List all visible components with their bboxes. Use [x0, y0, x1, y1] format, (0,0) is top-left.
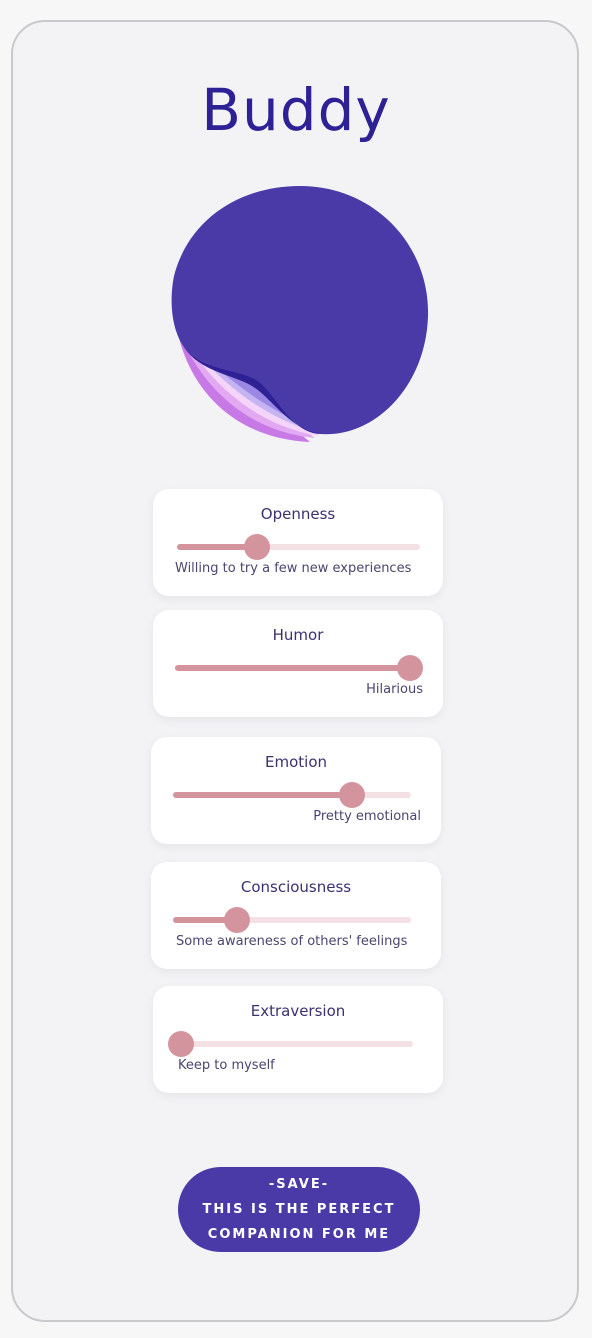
trait-label: Consciousness	[240, 878, 352, 896]
avatar	[171, 186, 429, 442]
slider-fill	[175, 665, 410, 671]
trait-card-emotion: Emotion Pretty emotional	[151, 737, 441, 844]
slider-thumb[interactable]	[338, 782, 365, 808]
trait-description: Willing to try a few new experiences	[175, 561, 412, 576]
trait-description: Keep to myself	[178, 1058, 275, 1073]
save-button-line2: THIS IS THE PERFECT	[202, 1202, 396, 1217]
openness-slider[interactable]	[177, 534, 420, 560]
page-title: Buddy	[201, 76, 391, 144]
extraversion-slider[interactable]	[168, 1031, 413, 1057]
trait-card-extraversion: Extraversion Keep to myself	[153, 986, 443, 1093]
save-button-line1: -SAVE-	[268, 1177, 330, 1192]
trait-card-consciousness: Consciousness Some awareness of others' …	[151, 862, 441, 969]
save-button-line3: COMPANION FOR ME	[207, 1227, 391, 1242]
trait-label: Openness	[260, 505, 336, 523]
save-button[interactable]: -SAVE- THIS IS THE PERFECT COMPANION FOR…	[178, 1167, 420, 1252]
slider-fill	[173, 792, 352, 798]
consciousness-slider[interactable]	[173, 907, 411, 933]
slider-thumb[interactable]	[244, 534, 271, 560]
trait-label: Extraversion	[250, 1002, 346, 1020]
emotion-slider[interactable]	[173, 782, 411, 808]
slider-thumb[interactable]	[224, 907, 251, 933]
humor-slider[interactable]	[175, 655, 423, 681]
trait-description: Pretty emotional	[313, 809, 421, 824]
trait-label: Emotion	[265, 753, 327, 771]
trait-description: Some awareness of others' feelings	[176, 934, 408, 949]
slider-thumb[interactable]	[168, 1031, 194, 1057]
trait-card-humor: Humor Hilarious	[153, 610, 443, 717]
trait-description: Hilarious	[366, 682, 423, 697]
trait-card-openness: Openness Willing to try a few new experi…	[153, 489, 443, 596]
trait-label: Humor	[272, 626, 324, 644]
slider-thumb[interactable]	[397, 655, 423, 681]
